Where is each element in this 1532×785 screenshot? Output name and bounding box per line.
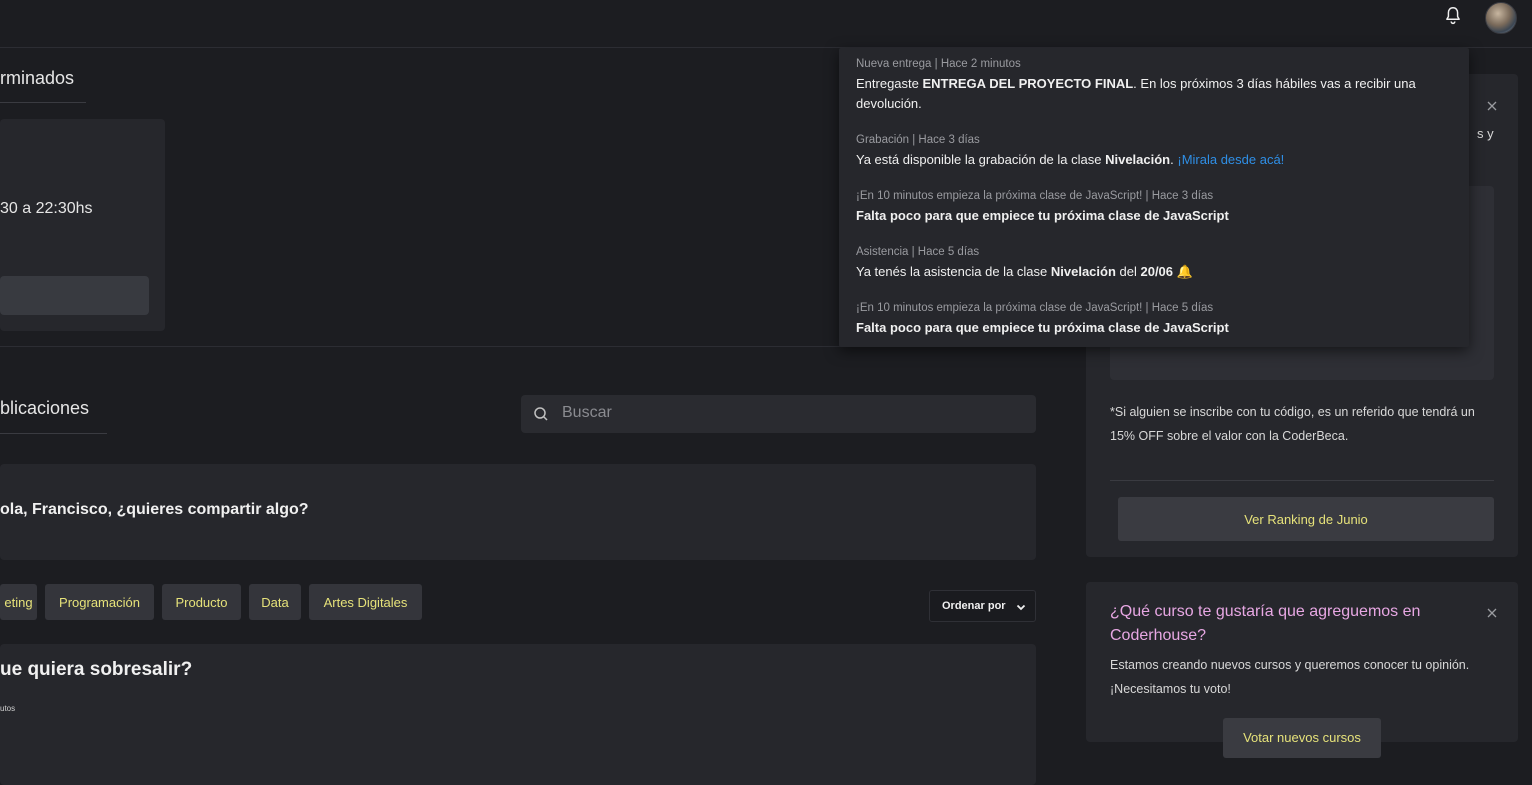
section-underline xyxy=(0,433,107,434)
compose-box[interactable]: ola, Francisco, ¿quieres compartir algo? xyxy=(0,464,1036,560)
search-input[interactable]: Buscar xyxy=(521,395,1036,433)
notification-body: Entregaste ENTREGA DEL PROYECTO FINAL. E… xyxy=(856,76,1416,111)
survey-title-part2: Coderhouse? xyxy=(1110,627,1207,644)
post-card[interactable]: ue quiera sobresalir? utos xyxy=(0,644,1036,785)
post-title: ue quiera sobresalir? xyxy=(0,659,193,680)
category-chip-producto[interactable]: Producto xyxy=(162,584,241,620)
notification-meta: Grabación | Hace 3 días xyxy=(856,134,980,146)
ranking-button[interactable]: Ver Ranking de Junio xyxy=(1118,497,1494,541)
notification-body: Ya tenés la asistencia de la clase Nivel… xyxy=(856,264,1193,279)
class-card-button[interactable] xyxy=(0,276,149,315)
notification-item[interactable]: ¡En 10 minutos empieza la próxima clase … xyxy=(856,300,1456,338)
publications-section-title: blicaciones xyxy=(0,398,90,418)
category-chip-data[interactable]: Data xyxy=(249,584,301,620)
class-time: 30 a 22:30hs xyxy=(0,200,93,217)
sidebar-divider xyxy=(1110,480,1494,481)
survey-title-part1: ¿Qué curso te gustaría que agreguemos en xyxy=(1110,603,1421,620)
referral-note: *Si alguien se inscribe con tu código, e… xyxy=(1110,405,1475,443)
notification-item[interactable]: Nueva entrega | Hace 2 minutos Entregast… xyxy=(856,56,1456,114)
notification-body: Ya está disponible la grabación de la cl… xyxy=(856,152,1285,167)
search-placeholder: Buscar xyxy=(562,404,612,421)
section-underline xyxy=(0,102,86,103)
survey-title: ¿Qué curso te gustaría que agreguemos en… xyxy=(1110,600,1455,648)
classes-section-title: rminados xyxy=(0,68,75,88)
notification-meta: Nueva entrega | Hace 2 minutos xyxy=(856,58,1021,70)
notification-item[interactable]: ¡En 10 minutos empieza la próxima clase … xyxy=(856,188,1456,226)
recording-link[interactable]: ¡Miralа desde acá! xyxy=(1177,152,1284,167)
notification-meta: Asistencia | Hace 5 días xyxy=(856,246,980,258)
search-icon xyxy=(534,407,548,421)
order-by-dropdown[interactable]: Ordenar por xyxy=(929,590,1036,622)
top-bar xyxy=(0,0,1532,48)
category-chip-programacion[interactable]: Programación xyxy=(45,584,154,620)
category-chip-artes-digitales[interactable]: Artes Digitales xyxy=(309,584,422,620)
vote-courses-button[interactable]: Votar nuevos cursos xyxy=(1223,718,1381,758)
notification-meta: ¡En 10 minutos empieza la próxima clase … xyxy=(856,190,1214,202)
notification-body: Falta poco para que empiece tu próxima c… xyxy=(856,320,1229,335)
close-icon[interactable] xyxy=(1487,101,1497,111)
notification-meta: ¡En 10 minutos empieza la próxima clase … xyxy=(856,302,1214,314)
bell-icon[interactable] xyxy=(1442,5,1464,27)
close-icon[interactable] xyxy=(1487,608,1497,618)
post-subtext: utos xyxy=(0,704,16,713)
notifications-dropdown: Nueva entrega | Hace 2 minutos Entregast… xyxy=(839,48,1469,347)
bell-emoji-icon: 🔔 xyxy=(1176,264,1193,279)
user-avatar[interactable] xyxy=(1485,2,1517,34)
chevron-down-icon xyxy=(1016,604,1026,611)
notification-item[interactable]: Grabación | Hace 3 días Ya está disponib… xyxy=(856,132,1456,170)
survey-description: Estamos creando nuevos cursos y queremos… xyxy=(1110,658,1470,696)
notification-item[interactable]: Asistencia | Hace 5 días Ya tenés la asi… xyxy=(856,244,1456,282)
referral-partial-text: s y xyxy=(1477,126,1494,141)
order-by-label: Ordenar por xyxy=(942,600,1006,612)
notification-body: Falta poco para que empiece tu próxima c… xyxy=(856,208,1229,223)
category-chip-marketing[interactable]: eting xyxy=(0,584,37,620)
compose-prompt: ola, Francisco, ¿quieres compartir algo? xyxy=(0,501,309,518)
class-card: 30 a 22:30hs xyxy=(0,119,165,331)
